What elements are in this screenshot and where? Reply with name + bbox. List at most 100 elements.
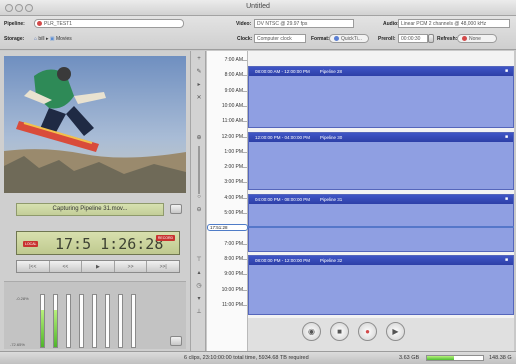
audio-meter-7 xyxy=(118,294,123,348)
format-value: QuickTi... xyxy=(341,36,362,42)
clock-label: Clock: xyxy=(237,36,253,42)
ruler-tick xyxy=(243,197,247,199)
home-icon: ⌂ xyxy=(34,36,38,42)
ruler-time-label: 9:00 PM xyxy=(224,271,243,278)
scroll-top-icon[interactable]: ⊤ xyxy=(195,256,203,264)
capture-status: Capturing Pipeline 31.mov... xyxy=(16,203,164,216)
schedule-block[interactable]: 12:00:00 PM - 04:00:00 PM Pipeline 30 ■ xyxy=(248,132,514,190)
start-button[interactable]: ▶ xyxy=(386,322,405,341)
schedule-block-time: 08:00:00 PM - 12:00:00 PM xyxy=(255,258,311,263)
ruler-time-label: 7:00 AM xyxy=(224,57,243,63)
refresh-value: None xyxy=(469,36,481,42)
schedule-block-header: 04:00:00 PM - 08:00:00 PM Pipeline 31 ■ xyxy=(249,195,513,204)
ruler-time-label: 2:00 PM xyxy=(224,164,243,171)
schedule-block-time: 08:00:00 AM - 12:00:00 PM xyxy=(255,69,310,74)
monitor-button[interactable]: ◉ xyxy=(302,322,321,341)
schedule-block-name: Pipeline 28 xyxy=(319,69,343,74)
play-button[interactable]: ▶ xyxy=(82,261,115,272)
audio-meter-level xyxy=(41,309,44,347)
audio-meter-5 xyxy=(92,294,97,348)
schedule-block-time: 12:00:00 PM - 04:00:00 PM xyxy=(255,135,311,140)
ruler-tick xyxy=(243,75,247,77)
schedule-block[interactable]: 08:00:00 AM - 12:00:00 PM Pipeline 28 ■ xyxy=(248,66,514,128)
schedule-block-name: Pipeline 32 xyxy=(320,258,343,263)
lock-icon[interactable]: ■ xyxy=(505,196,510,202)
stop-button[interactable]: ■ xyxy=(330,322,349,341)
storage-path[interactable]: ⌂ bill ▸ ▣ Movies xyxy=(34,36,72,42)
ruler-tick xyxy=(243,90,247,92)
toolbar: Pipeline: PLR_TEST1 Storage: ⌂ bill ▸ ▣ … xyxy=(0,16,516,50)
zoom-in-icon[interactable]: ⊕ xyxy=(195,134,203,142)
ruler-tick xyxy=(243,289,247,291)
now-icon[interactable]: ◷ xyxy=(195,282,203,290)
audio-meter-2 xyxy=(53,294,58,348)
rewind-button[interactable]: << xyxy=(50,261,83,272)
go-to-end-button[interactable]: >>| xyxy=(147,261,179,272)
refresh-label: Refresh: xyxy=(437,36,458,42)
disk-usage-fill xyxy=(427,356,454,360)
ruler-time-label: 10:00 AM xyxy=(221,102,243,109)
ruler-time-label: 4:00 PM xyxy=(224,194,243,201)
record-icon: ● xyxy=(365,327,370,336)
play-icon[interactable]: ▸ xyxy=(195,81,203,89)
add-icon[interactable]: + xyxy=(195,55,203,63)
quicktime-icon xyxy=(334,36,339,41)
audio-format-field[interactable]: Linear PCM 2 channels @ 48,000 kHz xyxy=(398,19,510,28)
edit-icon[interactable]: ✎ xyxy=(195,68,203,76)
lock-icon[interactable]: ■ xyxy=(505,257,510,263)
ruler-time-label: 12:00 PM xyxy=(221,133,243,140)
disk-usage-bar xyxy=(426,355,484,361)
format-select[interactable]: QuickTi... xyxy=(329,34,369,43)
path-separator-icon: ▸ xyxy=(45,36,49,42)
audio-meter-4 xyxy=(79,294,84,348)
storage-path-folder: Movies xyxy=(55,36,72,42)
schedule-block-header: 08:00:00 PM - 12:00:00 PM Pipeline 32 ■ xyxy=(249,256,513,265)
pipeline-icon xyxy=(37,21,42,26)
preroll-field[interactable]: 00:00:30 xyxy=(398,34,428,43)
schedule-tools: + ✎ ▸ ✕ ⊕ ○ ⊖ ⊤ ▴ ◷ ▾ ⊥ xyxy=(190,51,206,351)
ruler-tick xyxy=(243,105,247,107)
pipeline-select[interactable]: PLR_TEST1 xyxy=(34,19,184,28)
scroll-bottom-icon[interactable]: ⊥ xyxy=(195,308,203,316)
schedule-block-name: Pipeline 31 xyxy=(320,197,343,202)
format-label: Format: xyxy=(311,36,330,42)
zoom-out-icon[interactable]: ⊖ xyxy=(195,206,203,214)
video-label: Video: xyxy=(236,21,252,27)
audio-settings-button[interactable] xyxy=(170,336,182,346)
schedule-block[interactable]: 08:00:00 PM - 12:00:00 PM Pipeline 32 ■ xyxy=(248,255,514,315)
time-ruler: 7:00 AM 8:00 AM 9:00 AM 10:00 AM 11:00 AM 12:… xyxy=(207,51,248,351)
ruler-time-label: 11:00 AM xyxy=(222,118,243,125)
record-button[interactable]: ● xyxy=(358,322,377,341)
ruler-tick xyxy=(243,167,247,169)
schedule-block-name: Pipeline 30 xyxy=(320,135,343,140)
timecode-display: LOCAL 17:5 1:26:28 RECORD xyxy=(16,231,180,255)
reveal-clip-button[interactable] xyxy=(170,204,182,214)
video-preview xyxy=(4,56,186,193)
storage-path-user: bill xyxy=(38,36,45,42)
ruler-time-label: 9:00 AM xyxy=(224,87,243,94)
ruler-time-label: 3:00 PM xyxy=(224,179,243,186)
lock-icon[interactable]: ■ xyxy=(505,68,510,74)
scroll-up-icon[interactable]: ▴ xyxy=(195,269,203,277)
delete-icon[interactable]: ✕ xyxy=(195,94,203,102)
scroll-down-icon[interactable]: ▾ xyxy=(195,295,203,303)
go-to-start-button[interactable]: |<< xyxy=(17,261,50,272)
schedule-block[interactable]: 04:00:00 PM - 08:00:00 PM Pipeline 31 ■ xyxy=(248,194,514,252)
fast-forward-button[interactable]: >> xyxy=(115,261,148,272)
record-tag: RECORD xyxy=(155,235,175,241)
record-controls: ◉ ■ ● ▶ xyxy=(248,318,514,351)
zoom-slider[interactable] xyxy=(198,146,200,194)
capture-panel: Capturing Pipeline 31.mov... LOCAL 17:5 … xyxy=(0,51,190,351)
video-format-field[interactable]: DV NTSC @ 29.97 fps xyxy=(254,19,354,28)
lock-icon[interactable]: ■ xyxy=(505,134,510,140)
disk-used: 3.63 GB xyxy=(399,355,420,361)
ruler-tick xyxy=(243,60,247,61)
ruler-tick xyxy=(243,151,247,153)
zoom-handle-icon[interactable]: ○ xyxy=(195,193,203,201)
preroll-stepper[interactable] xyxy=(428,34,434,43)
ruler-time-label: 8:00 AM xyxy=(224,72,243,79)
audio-label: Audio: xyxy=(383,21,399,27)
clock-select[interactable]: Computer clock xyxy=(254,34,306,43)
refresh-select[interactable]: None xyxy=(457,34,497,43)
title-bar: Untitled xyxy=(0,0,516,16)
